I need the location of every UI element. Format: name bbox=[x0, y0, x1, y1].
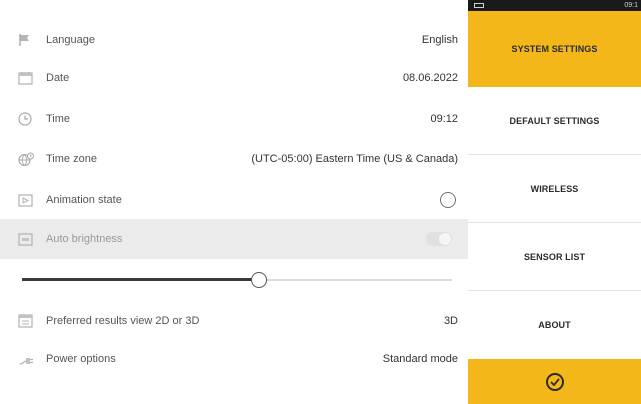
setting-row-date[interactable]: Date 08.06.2022 bbox=[18, 58, 458, 98]
setting-label: Date bbox=[46, 72, 70, 84]
nav-item-label: DEFAULT SETTINGS bbox=[509, 115, 600, 126]
nav-item-about[interactable]: ABOUT bbox=[468, 291, 641, 359]
setting-value: English bbox=[421, 34, 458, 46]
flag-icon bbox=[18, 32, 40, 48]
brightness-slider[interactable] bbox=[22, 270, 452, 290]
setting-value: Standard mode bbox=[382, 353, 458, 365]
settings-panel: Language English Date 08.06.2022 Time 09… bbox=[0, 0, 468, 404]
status-bar: 09:1 bbox=[468, 0, 641, 11]
view-3d-icon bbox=[18, 313, 40, 329]
slider-fill bbox=[22, 278, 259, 281]
setting-value: (UTC-05:00) Eastern Time (US & Canada) bbox=[251, 153, 458, 165]
nav-item-label: ABOUT bbox=[538, 320, 571, 330]
nav-item-sensor-list[interactable]: SENSOR LIST bbox=[468, 223, 641, 291]
nav-item-default-settings[interactable]: DEFAULT SETTINGS bbox=[468, 87, 641, 155]
nav-item-system-settings[interactable]: SYSTEM SETTINGS bbox=[468, 11, 641, 87]
setting-label: Time bbox=[46, 113, 71, 125]
setting-row-auto-brightness: Auto brightness bbox=[0, 219, 468, 259]
nav-item-label: SENSOR LIST bbox=[523, 251, 586, 262]
animation-icon bbox=[18, 192, 40, 208]
nav-item-label: WIRELESS bbox=[530, 183, 579, 194]
setting-value: 3D bbox=[443, 315, 458, 327]
confirm-button[interactable] bbox=[468, 359, 641, 404]
slider-thumb[interactable] bbox=[251, 272, 267, 288]
check-circle-icon bbox=[545, 372, 564, 391]
power-plug-icon bbox=[18, 351, 40, 367]
nav-item-label: SYSTEM SETTINGS bbox=[511, 44, 598, 54]
nav-item-wireless[interactable]: WIRELESS bbox=[468, 155, 641, 223]
setting-label: Language bbox=[46, 34, 95, 46]
setting-row-time-zone[interactable]: Time zone (UTC-05:00) Eastern Time (US &… bbox=[18, 139, 458, 179]
setting-label: Time zone bbox=[46, 153, 97, 165]
setting-row-animation-state[interactable]: Animation state bbox=[18, 180, 458, 220]
battery-icon bbox=[474, 3, 484, 8]
setting-row-time[interactable]: Time 09:12 bbox=[18, 99, 458, 139]
auto-brightness-toggle bbox=[426, 232, 452, 246]
setting-label: Power options bbox=[46, 353, 116, 365]
setting-label: Preferred results view 2D or 3D bbox=[46, 315, 200, 327]
setting-row-preferred-view[interactable]: Preferred results view 2D or 3D 3D bbox=[18, 301, 458, 341]
animation-toggle[interactable] bbox=[440, 192, 456, 208]
setting-row-language[interactable]: Language English bbox=[18, 20, 458, 60]
setting-value: 08.06.2022 bbox=[402, 72, 458, 84]
clock-icon bbox=[18, 111, 40, 127]
setting-row-power-options[interactable]: Power options Standard mode bbox=[18, 339, 458, 379]
settings-nav: 09:1 SYSTEM SETTINGS DEFAULT SETTINGS WI… bbox=[468, 0, 641, 404]
setting-label: Animation state bbox=[46, 194, 122, 206]
calendar-icon bbox=[18, 70, 40, 86]
globe-clock-icon bbox=[18, 151, 40, 167]
setting-label: Auto brightness bbox=[46, 233, 123, 245]
setting-value: 09:12 bbox=[430, 113, 458, 125]
brightness-icon bbox=[18, 231, 40, 247]
status-time: 09:1 bbox=[624, 2, 638, 9]
